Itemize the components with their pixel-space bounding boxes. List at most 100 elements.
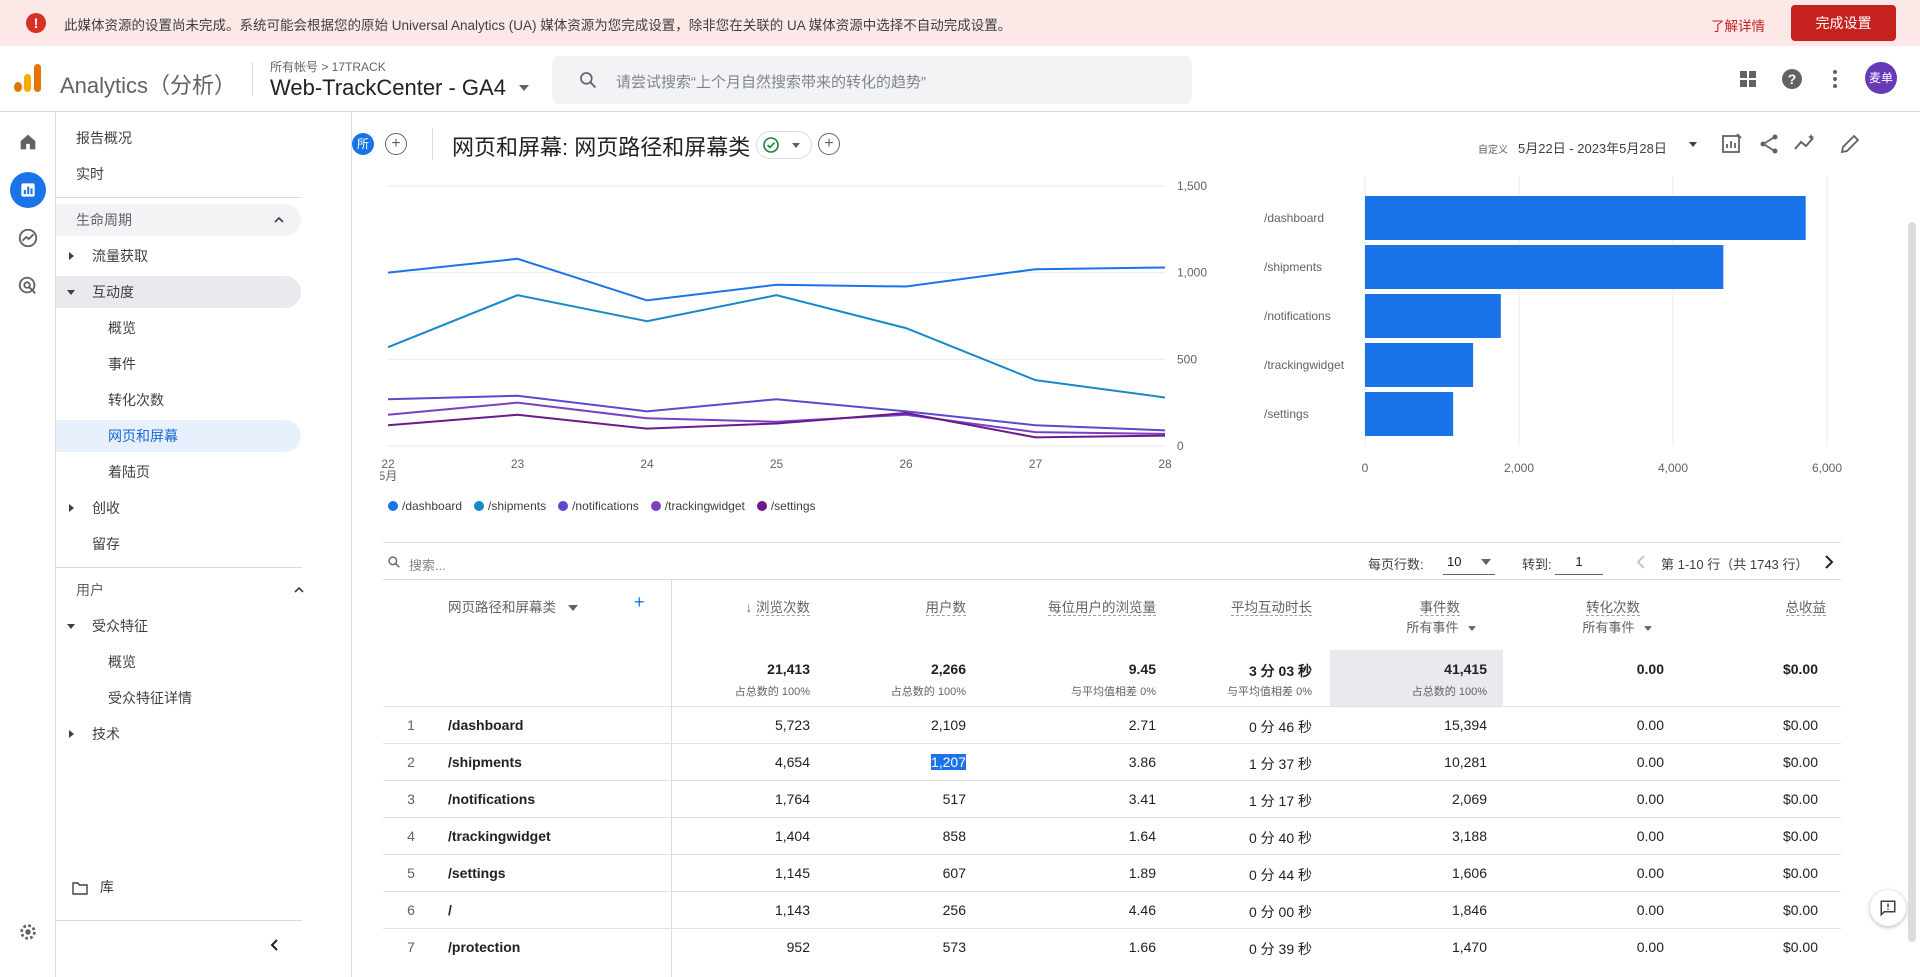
table-row[interactable]: 5/settings 1,145 607 1.89 0 分 44 秒 1,606 0.00 $… xyxy=(383,854,1841,891)
customize-report-icon[interactable] xyxy=(1720,132,1744,156)
col-header-event-count[interactable]: 事件数 xyxy=(1340,596,1460,616)
legend-item[interactable]: /notifications xyxy=(558,499,639,513)
property-caret-icon[interactable] xyxy=(519,85,529,91)
rows-per-page-select[interactable]: 10 xyxy=(1443,549,1495,575)
comparison-chip[interactable]: 所 xyxy=(352,133,374,155)
advertising-icon[interactable] xyxy=(10,268,46,304)
page-path-cell[interactable]: /shipments xyxy=(448,754,522,770)
nav-pages-and-screens[interactable]: 网页和屏幕 xyxy=(56,420,301,452)
feedback-button[interactable] xyxy=(1870,890,1906,926)
series-line[interactable] xyxy=(387,294,1166,399)
settings-gear-icon[interactable] xyxy=(10,914,46,950)
bar[interactable] xyxy=(1365,343,1474,387)
bar-chart: 0 2,000 4,000 6,000/dashboard/shipments/not… xyxy=(1264,176,1842,475)
event-filter-dropdown[interactable]: 所有事件 xyxy=(1340,617,1476,636)
nav-user-attributes-overview[interactable]: 概览 xyxy=(56,646,301,678)
page-path-cell[interactable]: /notifications xyxy=(448,791,535,807)
col-header-views[interactable]: ↓ 浏览次数 xyxy=(700,596,810,616)
cell-events: 10,281 xyxy=(1444,754,1487,770)
help-icon[interactable]: ? xyxy=(1777,64,1807,94)
legend-item[interactable]: /shipments xyxy=(474,499,546,513)
search-bar[interactable]: 请尝试搜索“上个月自然搜索带来的转化的趋势” xyxy=(552,56,1192,104)
chevron-down-icon xyxy=(567,605,578,612)
nav-tech[interactable]: 技术 xyxy=(56,718,301,750)
page-path-cell[interactable]: /settings xyxy=(448,865,506,881)
conversion-filter-dropdown[interactable]: 所有事件 xyxy=(1520,617,1652,636)
series-line[interactable] xyxy=(387,257,1166,302)
nav-engagement[interactable]: 互动度 xyxy=(56,276,301,308)
nav-events[interactable]: 事件 xyxy=(56,348,301,380)
prev-page-icon[interactable] xyxy=(1635,555,1647,569)
bar[interactable] xyxy=(1365,392,1454,436)
table-row[interactable]: 4/trackingwidget 1,404 858 1.64 0 分 40 秒 3,18… xyxy=(383,817,1841,854)
col-header-views-per-user[interactable]: 每位用户的浏览量 xyxy=(980,596,1156,616)
nav-retention[interactable]: 留存 xyxy=(56,528,301,560)
goto-page-input[interactable]: 1 xyxy=(1555,549,1603,575)
table-row[interactable]: 6 / 1,143 256 4.46 0 分 00 秒 1,846 0.00 $0.00 xyxy=(383,891,1841,928)
next-page-icon[interactable] xyxy=(1823,555,1835,569)
nav-reports-snapshot[interactable]: 报告概况 xyxy=(76,122,132,154)
nav-landing-page[interactable]: 着陆页 xyxy=(56,456,301,488)
property-selector[interactable]: Web-TrackCenter - GA4 xyxy=(270,75,506,101)
explore-icon[interactable] xyxy=(10,220,46,256)
nav-demographic-details[interactable]: 受众特征详情 xyxy=(56,682,301,714)
series-line[interactable] xyxy=(387,394,1166,432)
total-users: 2,266 xyxy=(930,661,966,677)
nav-section-user[interactable]: 用户 xyxy=(76,574,304,606)
table-row[interactable]: 1/dashboard 5,723 2,109 2.71 0 分 46 秒 15,394 0… xyxy=(383,706,1841,743)
nav-acquisition[interactable]: 流量获取 xyxy=(56,240,301,272)
date-range-picker[interactable]: 5月22日 - 2023年5月28日 xyxy=(1518,138,1667,157)
scroll-thumb[interactable] xyxy=(1908,222,1916,942)
account-breadcrumb[interactable]: 所有帐号 > 17TRACK xyxy=(270,58,386,75)
add-card-icon[interactable]: + xyxy=(818,133,840,155)
insights-icon[interactable] xyxy=(1793,132,1817,156)
finish-setup-button[interactable]: 完成设置 xyxy=(1791,5,1896,41)
nav-engagement-overview[interactable]: 概览 xyxy=(56,312,301,344)
page-scrollbar[interactable] xyxy=(1906,176,1918,977)
legend-item[interactable]: /trackingwidget xyxy=(650,499,745,513)
page-path-cell[interactable]: /dashboard xyxy=(448,717,523,733)
add-dimension-icon[interactable]: + xyxy=(634,592,645,613)
nav-section-lifecycle[interactable]: 生命周期 xyxy=(56,204,301,236)
total-views-share: 占总数的 100% xyxy=(734,686,810,698)
col-header-total-revenue[interactable]: 总收益 xyxy=(1700,596,1826,616)
home-icon[interactable] xyxy=(10,124,46,160)
col-header-users[interactable]: 用户数 xyxy=(850,596,966,616)
table-row[interactable]: 7/protection 952 573 1.66 0 分 39 秒 1,470 0.00 $… xyxy=(383,928,1841,965)
apps-grid-icon[interactable] xyxy=(1733,64,1763,94)
table-row[interactable]: 3/notifications 1,764 517 3.41 1 分 17 秒 2,069… xyxy=(383,780,1841,817)
collapse-nav-icon[interactable] xyxy=(268,938,282,952)
legend-item[interactable]: /dashboard xyxy=(388,499,462,513)
report-status-dropdown[interactable] xyxy=(756,131,812,159)
bar[interactable] xyxy=(1365,294,1501,338)
nav-library[interactable]: 库 xyxy=(72,871,272,903)
learn-more-link[interactable]: 了解详情 xyxy=(1711,15,1765,35)
nav-user-attributes[interactable]: 受众特征 xyxy=(56,610,301,642)
dimension-header[interactable]: 网页路径和屏幕类 xyxy=(448,596,578,616)
bar-category-label: /notifications xyxy=(1264,309,1331,323)
nav-conversions[interactable]: 转化次数 xyxy=(56,384,301,416)
search-input[interactable]: 请尝试搜索“上个月自然搜索带来的转化的趋势” xyxy=(616,71,926,92)
share-icon[interactable] xyxy=(1757,132,1781,156)
nav-realtime[interactable]: 实时 xyxy=(76,158,104,190)
add-comparison-icon[interactable]: + xyxy=(385,133,407,155)
series-line[interactable] xyxy=(387,401,1166,435)
edit-pencil-icon[interactable] xyxy=(1838,132,1862,156)
bar[interactable] xyxy=(1365,245,1724,289)
page-path-cell[interactable]: / xyxy=(448,902,452,918)
avatar[interactable]: 麦单 xyxy=(1865,62,1897,94)
nav-monetization[interactable]: 创收 xyxy=(56,492,301,524)
reports-icon[interactable] xyxy=(10,172,46,208)
col-header-conversions[interactable]: 转化次数 xyxy=(1520,596,1640,616)
date-dropdown-icon[interactable] xyxy=(1688,141,1698,149)
left-rail xyxy=(0,112,56,977)
col-header-avg-engagement[interactable]: 平均互动时长 xyxy=(1160,596,1312,616)
page-path-cell[interactable]: /trackingwidget xyxy=(448,828,551,844)
bar[interactable] xyxy=(1365,196,1806,240)
table-row[interactable]: 2/shipments 4,654 1,207 3.86 1 分 37 秒 10,281 0… xyxy=(383,743,1841,780)
legend-item[interactable]: /settings xyxy=(756,499,816,513)
table-search-input[interactable]: 搜索... xyxy=(409,555,446,574)
page-path-cell[interactable]: /protection xyxy=(448,939,520,955)
more-vert-icon[interactable] xyxy=(1820,64,1850,94)
analytics-logo-icon[interactable] xyxy=(14,64,42,92)
